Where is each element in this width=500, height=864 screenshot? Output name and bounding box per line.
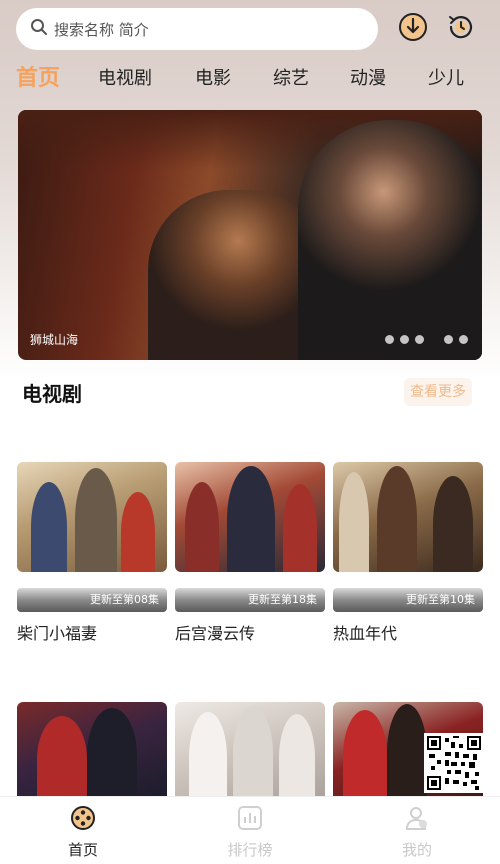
download-button[interactable]: [396, 12, 430, 46]
video-title: 后宫漫云传: [175, 624, 256, 643]
download-icon: [397, 11, 429, 47]
tab-movie[interactable]: 电影: [195, 64, 231, 90]
tab-home[interactable]: 首页: [16, 60, 60, 92]
video-card[interactable]: 更新至第10集 热血年代: [333, 462, 483, 644]
view-more-button[interactable]: 查看更多: [404, 378, 472, 406]
nav-label: 排行榜: [227, 841, 273, 859]
section-title: 电视剧: [22, 382, 82, 406]
video-poster: [333, 462, 483, 572]
carousel-dot[interactable]: [459, 335, 468, 344]
search-placeholder: 搜索名称 简介: [54, 20, 149, 39]
tab-tv[interactable]: 电视剧: [98, 64, 152, 90]
banner-caption: 狮城山海: [30, 333, 79, 347]
category-tabs: 首页 电视剧 电影 综艺 动漫 少儿: [0, 60, 500, 94]
nav-home[interactable]: 首页: [43, 805, 123, 860]
history-button[interactable]: [444, 12, 478, 46]
nav-label: 我的: [401, 841, 432, 859]
profile-icon: [404, 807, 430, 835]
video-poster: [175, 702, 325, 802]
carousel-indicator: [385, 335, 468, 344]
carousel-dot[interactable]: [415, 335, 424, 344]
tab-variety[interactable]: 综艺: [273, 64, 309, 90]
video-title: 柴门小福妻: [17, 624, 98, 643]
video-poster: [175, 462, 325, 572]
video-card[interactable]: [17, 702, 167, 802]
chart-icon: [237, 806, 263, 835]
bottom-navigation: 首页 排行榜 我的: [0, 796, 500, 864]
carousel-dot[interactable]: [385, 335, 394, 344]
tab-anime[interactable]: 动漫: [350, 64, 386, 90]
nav-ranking[interactable]: 排行榜: [210, 805, 290, 860]
video-poster: [17, 462, 167, 572]
carousel-dot[interactable]: [400, 335, 409, 344]
search-input[interactable]: 搜索名称 简介: [16, 8, 378, 50]
video-title: 热血年代: [333, 624, 398, 643]
video-card[interactable]: 更新至第18集 后宫漫云传: [175, 462, 325, 644]
carousel-dot[interactable]: [444, 335, 453, 344]
nav-label: 首页: [67, 841, 98, 859]
nav-profile[interactable]: 我的: [377, 805, 457, 860]
video-poster: [17, 702, 167, 802]
banner-carousel[interactable]: 狮城山海: [18, 110, 482, 360]
update-badge: 更新至第08集: [17, 588, 167, 612]
section-header: 电视剧 查看更多: [20, 374, 480, 410]
video-card[interactable]: [175, 702, 325, 802]
qr-code: [424, 733, 484, 793]
banner-figure: [298, 120, 482, 360]
search-row: 搜索名称 简介: [16, 8, 484, 50]
video-card[interactable]: 更新至第08集 柴门小福妻: [17, 462, 167, 644]
history-icon: [445, 11, 477, 47]
search-icon: [30, 18, 48, 40]
update-badge: 更新至第18集: [175, 588, 325, 612]
film-reel-icon: [70, 806, 96, 835]
tab-kids[interactable]: 少儿: [428, 64, 464, 90]
update-badge: 更新至第10集: [333, 588, 483, 612]
